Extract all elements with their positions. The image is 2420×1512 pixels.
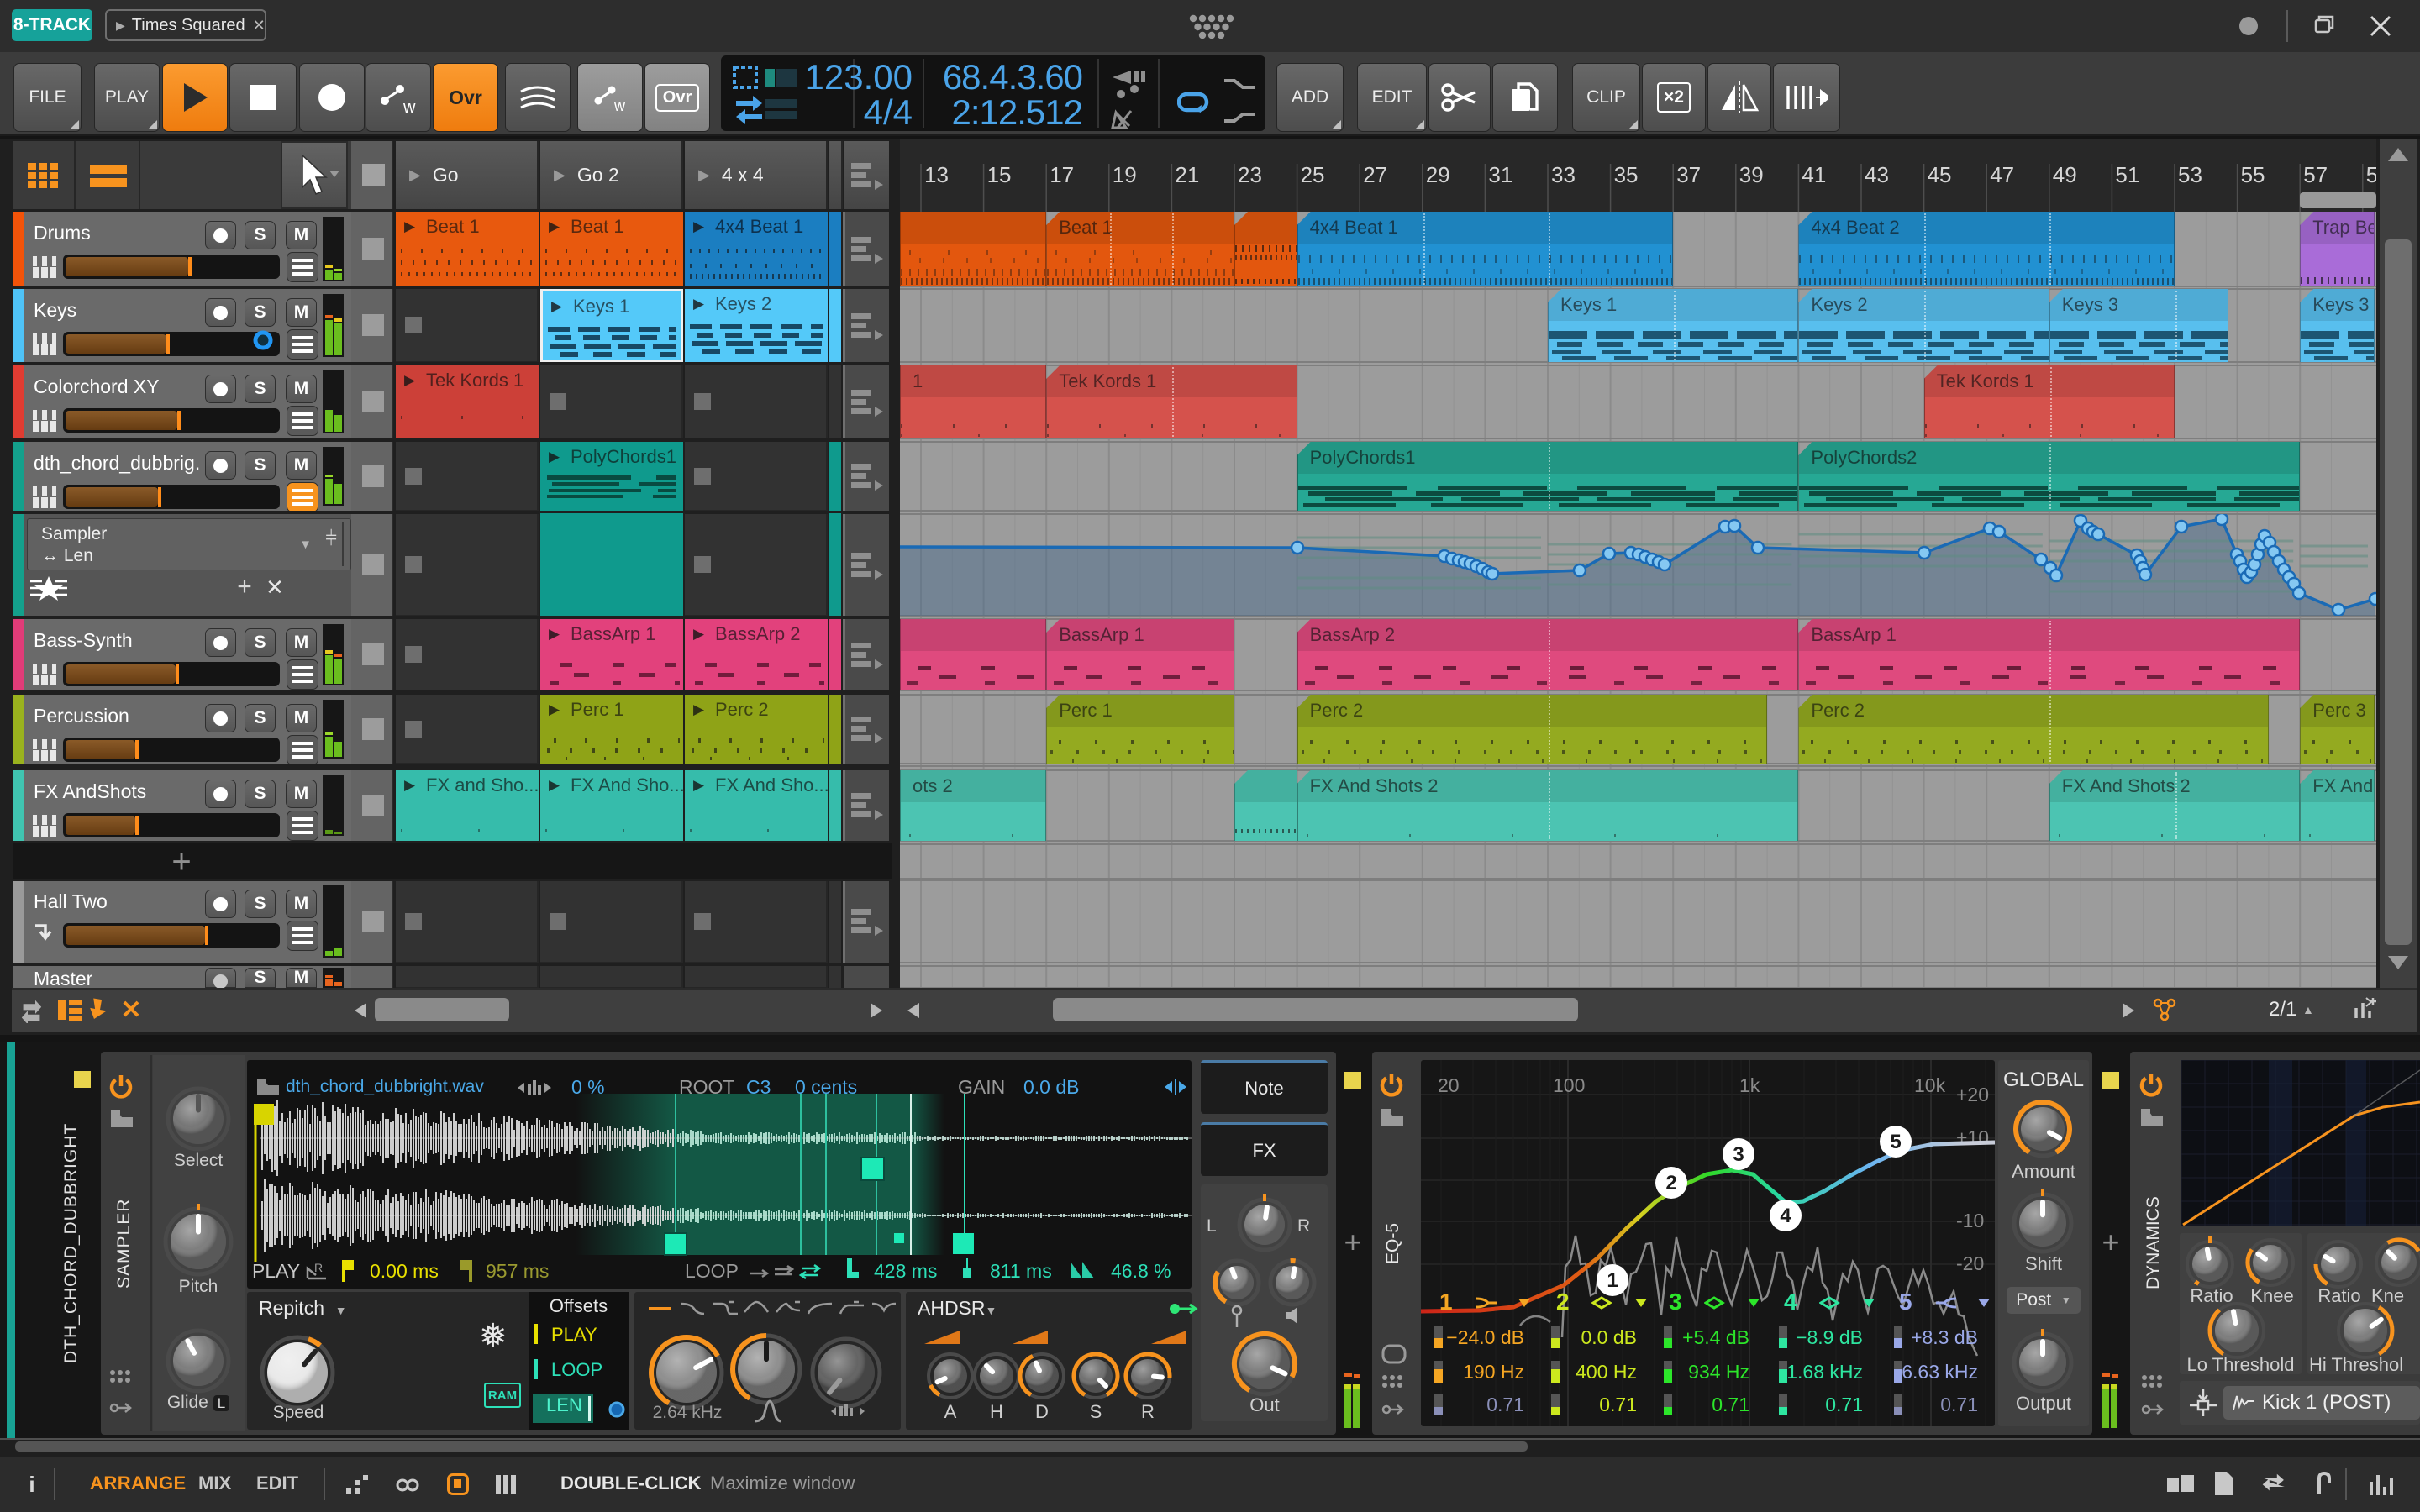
svg-text:43: 43 [1865,162,1889,187]
svg-text:33: 33 [1551,162,1576,187]
svg-text:53: 53 [2178,162,2202,187]
svg-text:35: 35 [1614,162,1639,187]
svg-text:+20: +20 [1956,1084,1989,1105]
svg-text:13: 13 [924,162,949,187]
svg-text:25: 25 [1301,162,1325,187]
svg-text:31: 31 [1488,162,1512,187]
svg-text:-10: -10 [1956,1210,1984,1231]
svg-text:59: 59 [2366,162,2376,187]
svg-text:10k: 10k [1914,1074,1946,1096]
svg-text:57: 57 [2303,162,2328,187]
svg-text:45: 45 [1928,162,1952,187]
svg-text:-20: -20 [1956,1252,1984,1274]
svg-text:23: 23 [1238,162,1262,187]
svg-text:49: 49 [2053,162,2077,187]
svg-text:2: 2 [1665,1172,1676,1194]
svg-text:3: 3 [1733,1143,1744,1166]
svg-text:47: 47 [1990,162,2014,187]
svg-text:5: 5 [1890,1131,1901,1153]
svg-text:55: 55 [2241,162,2265,187]
svg-text:37: 37 [1676,162,1701,187]
svg-text:19: 19 [1113,162,1137,187]
svg-text:R: R [314,1262,323,1274]
svg-text:29: 29 [1426,162,1450,187]
svg-text:51: 51 [2115,162,2139,187]
svg-text:1: 1 [1607,1269,1618,1292]
svg-text:w: w [402,98,416,114]
svg-text:1k: 1k [1739,1074,1760,1096]
svg-text:20: 20 [1438,1074,1460,1096]
svg-text:15: 15 [987,162,1012,187]
svg-text:41: 41 [1802,162,1826,187]
svg-text:4: 4 [1780,1205,1791,1227]
svg-text:100: 100 [1553,1074,1585,1096]
svg-text:w: w [613,97,626,113]
svg-text:27: 27 [1363,162,1387,187]
svg-text:39: 39 [1739,162,1764,187]
svg-text:17: 17 [1050,162,1074,187]
svg-text:21: 21 [1175,162,1199,187]
